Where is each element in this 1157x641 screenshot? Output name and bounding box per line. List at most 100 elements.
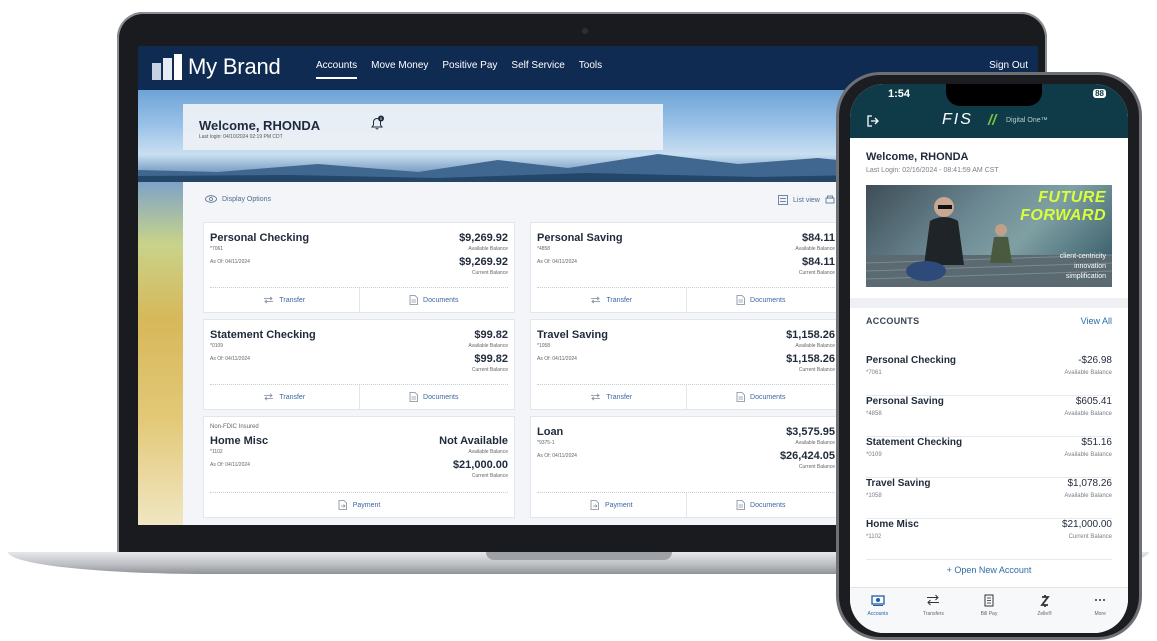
mobile-account-row[interactable]: Travel Saving *1058 $1,078.26 Available Bal…	[850, 478, 1128, 519]
available-balance-value: $9,269.92	[459, 232, 508, 244]
account-number: *9375-1	[537, 440, 555, 446]
tab-bill-pay[interactable]: Bill Pay	[961, 588, 1017, 633]
mobile-last-login: Last Login: 02/16/2024 - 08:41:59 AM CST	[866, 167, 999, 174]
laptop-camera	[582, 28, 588, 34]
account-name[interactable]: Statement Checking	[210, 329, 316, 341]
account-actions: Transfer Documents	[537, 287, 835, 312]
transfer-action-button[interactable]: Transfer	[210, 385, 359, 409]
account-card[interactable]: Personal Saving *4858 As Of: 04/11/2024 $84…	[530, 222, 842, 313]
current-balance-value: $99.82	[474, 353, 508, 365]
as-of-date: As Of: 04/11/2024	[210, 356, 250, 362]
documents-action-button[interactable]: Documents	[685, 385, 836, 409]
display-options-label: Display Options	[222, 195, 272, 203]
mobile-account-row[interactable]: Statement Checking *0109 $51.16 Available B…	[850, 437, 1128, 478]
current-balance-value: $21,000.00	[452, 459, 508, 471]
nav-item-move-money[interactable]: Move Money	[371, 60, 428, 79]
display-options-button[interactable]: Display Options	[205, 195, 271, 203]
print-icon[interactable]	[825, 195, 835, 205]
documents-action-button[interactable]: Documents	[685, 493, 836, 517]
payment-icon	[590, 500, 599, 510]
tab-label: More	[1094, 611, 1106, 617]
transfer-action-button[interactable]: Transfer	[210, 288, 359, 312]
transfer-icon	[591, 296, 601, 304]
payment-action-button[interactable]: Payment	[210, 493, 508, 517]
tab-accounts[interactable]: Accounts	[850, 588, 906, 633]
account-card[interactable]: Loan *9375-1 As Of: 04/11/2024 $3,575.95 Ava…	[530, 416, 842, 518]
transfer-action-button[interactable]: Transfer	[537, 288, 686, 312]
payment-icon	[338, 500, 347, 510]
account-actions: Payment	[210, 492, 508, 517]
nav-item-tools[interactable]: Tools	[579, 60, 602, 79]
future-forward-promo-banner[interactable]: FUTURE FORWARD client-centricity innovat…	[866, 185, 1112, 287]
as-of-date: As Of: 04/11/2024	[537, 453, 577, 459]
transfer-action-button[interactable]: Transfer	[537, 385, 686, 409]
account-actions: Transfer Documents	[210, 384, 508, 409]
list-view-button[interactable]: List view	[778, 195, 835, 205]
available-balance-value: $3,575.95	[786, 426, 835, 438]
transfer-icon	[264, 296, 274, 304]
last-login-text: Last login: 04/10/2024 02:19 PM CDT	[199, 134, 283, 140]
notification-bell-icon[interactable]: 0	[369, 115, 385, 131]
current-balance-label: Current Balance	[798, 464, 835, 470]
non-fdic-label: Non-FDIC Insured	[210, 424, 259, 430]
mobile-account-row[interactable]: Personal Saving *4858 $605.41 Available Bal…	[850, 396, 1128, 437]
account-card[interactable]: Non-FDIC Insured Home Misc *1102 As Of: 04/…	[203, 416, 515, 518]
account-number: *0109	[210, 343, 224, 349]
payment-action-button[interactable]: Payment	[537, 493, 686, 517]
account-card[interactable]: Statement Checking *0109 As Of: 04/11/2024…	[203, 319, 515, 410]
available-balance-value: $1,158.26	[786, 329, 835, 341]
account-name[interactable]: Travel Saving	[537, 329, 608, 341]
transfer-icon	[264, 393, 274, 401]
digital-one-label: Digital One™	[1006, 117, 1048, 124]
view-all-link[interactable]: View All	[1081, 316, 1112, 326]
available-balance-label: Available Balance	[468, 449, 508, 455]
current-balance-label: Current Balance	[798, 367, 835, 373]
documents-action-button[interactable]: Documents	[685, 288, 836, 312]
tab-transfers[interactable]: Transfers	[906, 588, 962, 633]
status-bar: 1:54 88	[850, 84, 1128, 106]
mobile-account-number: *4858	[866, 411, 882, 417]
sign-out-link[interactable]: Sign Out	[989, 60, 1028, 71]
transfer-action-label: Transfer	[606, 393, 633, 401]
account-number: *7061	[210, 246, 224, 252]
promo-tag: innovation	[1074, 263, 1106, 270]
eye-icon	[205, 195, 217, 203]
available-balance-label: Available Balance	[795, 246, 835, 252]
current-balance-label: Current Balance	[471, 367, 508, 373]
mobile-account-row[interactable]: Personal Checking *7061 -$26.98 Available B…	[850, 355, 1128, 396]
account-name[interactable]: Loan	[537, 426, 563, 438]
logout-icon[interactable]	[866, 114, 880, 128]
tab-zelle[interactable]: Zelle®	[1017, 588, 1073, 633]
documents-action-label: Documents	[750, 501, 786, 509]
account-card[interactable]: Personal Checking *7061 As Of: 04/11/2024 $…	[203, 222, 515, 313]
mobile-account-balance: -$26.98	[1078, 355, 1112, 366]
mobile-welcome-title: Welcome, RHONDA	[866, 151, 969, 163]
money-icon	[871, 594, 885, 608]
mobile-account-row[interactable]: Home Misc *1102 $21,000.00 Current Balance	[850, 519, 1128, 560]
promo-future-text: FUTURE	[1038, 189, 1106, 206]
documents-action-button[interactable]: Documents	[358, 288, 509, 312]
list-view-label: List view	[793, 196, 820, 204]
battery-level: 88	[1093, 89, 1106, 98]
account-card[interactable]: Travel Saving *1058 As Of: 04/11/2024 $1,15…	[530, 319, 842, 410]
mobile-account-number: *0109	[866, 452, 882, 458]
account-actions: Transfer Documents	[210, 287, 508, 312]
mobile-account-number: *7061	[866, 370, 882, 376]
current-balance-label: Current Balance	[798, 270, 835, 276]
available-balance-value: $99.82	[474, 329, 508, 341]
account-number: *1058	[537, 343, 551, 349]
payment-action-label: Payment	[604, 501, 633, 509]
account-name[interactable]: Personal Checking	[210, 232, 309, 244]
nav-item-self-service[interactable]: Self Service	[511, 60, 564, 79]
fis-logo: FIS	[942, 111, 973, 128]
documents-action-button[interactable]: Documents	[358, 385, 509, 409]
account-name[interactable]: Home Misc	[210, 435, 268, 447]
account-name[interactable]: Personal Saving	[537, 232, 623, 244]
accounts-heading: ACCOUNTS	[866, 316, 920, 326]
zelle-icon	[1039, 594, 1051, 608]
nav-item-positive-pay[interactable]: Positive Pay	[442, 60, 497, 79]
open-new-account-link[interactable]: + Open New Account	[850, 565, 1128, 575]
tab-more[interactable]: More	[1072, 588, 1128, 633]
documents-action-label: Documents	[750, 296, 786, 304]
nav-item-accounts[interactable]: Accounts	[316, 60, 358, 79]
